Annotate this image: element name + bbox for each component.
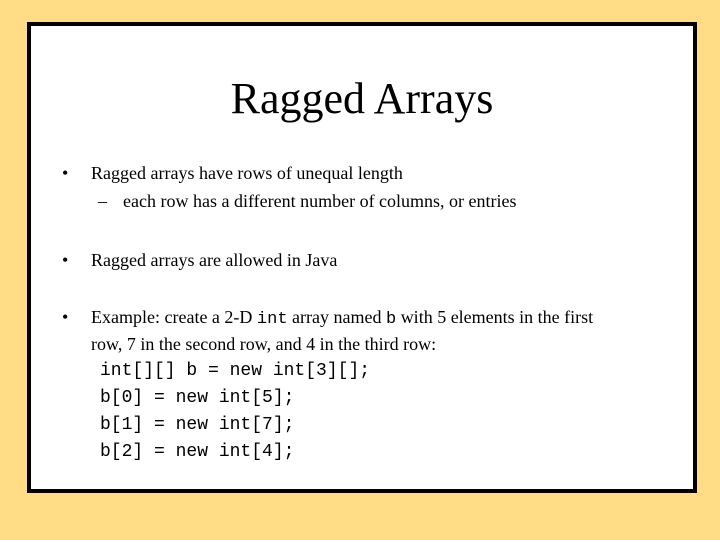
bullet-text: row, 7 in the second row, and 4 in the t… bbox=[91, 334, 437, 354]
inline-code: int bbox=[256, 310, 288, 329]
inline-code: b bbox=[385, 310, 397, 329]
bullet-text: Ragged arrays have rows of unequal lengt… bbox=[91, 163, 403, 183]
slide-frame: Ragged Arrays • Ragged arrays have rows … bbox=[27, 22, 697, 493]
bullet-text: Ragged arrays are allowed in Java bbox=[91, 250, 338, 270]
text-segment: array named bbox=[287, 307, 386, 327]
code-line: int[][] b = new int[3][]; bbox=[100, 361, 371, 381]
slide-title: Ragged Arrays bbox=[230, 74, 494, 123]
text-segment: with 5 elements in the first bbox=[396, 307, 594, 327]
code-line: b[1] = new int[7]; bbox=[100, 415, 295, 435]
bullet-text: Example: create a 2-D int array named b … bbox=[91, 304, 593, 333]
bullet-marker: • bbox=[62, 163, 69, 183]
bullet-marker: • bbox=[62, 250, 69, 270]
code-line: b[0] = new int[5]; bbox=[100, 388, 295, 408]
sub-bullet-marker: – bbox=[98, 191, 107, 211]
sub-bullet-text: each row has a different number of colum… bbox=[123, 191, 517, 211]
code-line: b[2] = new int[4]; bbox=[100, 442, 295, 462]
bullet-marker: • bbox=[62, 307, 69, 327]
text-segment: Example: create a 2-D bbox=[91, 307, 257, 327]
